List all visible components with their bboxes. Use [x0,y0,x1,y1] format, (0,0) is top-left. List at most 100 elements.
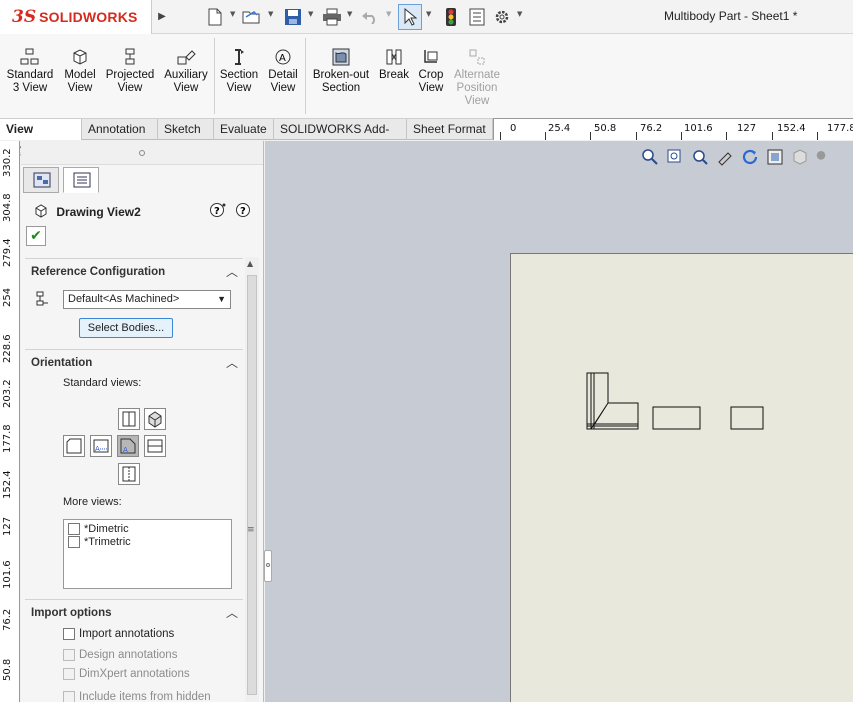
broken-out-section-label-2: Section [321,82,361,94]
file-properties-icon[interactable] [466,6,488,28]
checkbox-box[interactable] [63,628,75,640]
break-button[interactable]: Break [377,48,411,82]
hruler-label: 76.2 [640,123,663,134]
select-arrow-icon[interactable] [398,4,422,30]
group-divider [25,258,243,259]
crop-view-button[interactable]: Crop View [415,48,447,95]
print-dropdown-icon[interactable]: ▼ [347,10,352,18]
front-view-button[interactable]: A [90,435,112,457]
view-orientation-icon[interactable] [765,147,785,167]
more-views-listbox[interactable]: *Dimetric *Trimetric [63,519,232,589]
open-folder-icon[interactable] [241,6,263,28]
undo-dropdown-icon[interactable]: ▼ [386,10,391,18]
options-gear-icon[interactable] [491,6,513,28]
window-title: Multibody Part - Sheet1 * [664,9,798,23]
checkbox-box[interactable] [63,691,75,702]
right-view-button[interactable] [144,435,166,457]
detail-view-label-1: Detail [268,69,298,81]
menu-expand-arrow-icon[interactable]: ▶ [155,8,169,26]
feature-manager-tab[interactable] [23,167,59,193]
zoom-to-fit-icon[interactable] [640,147,660,167]
tab-evaluate[interactable]: Evaluate [214,119,274,140]
tab-sketch[interactable]: Sketch [158,119,214,140]
property-manager-tab[interactable] [63,167,99,193]
tab-annotation[interactable]: Annotation [82,119,158,140]
drawing-view-title: Drawing View2 [56,205,141,219]
left-view-button[interactable] [63,435,85,457]
panel-splitter-handle[interactable] [264,550,272,582]
rotate-view-icon[interactable] [740,147,760,167]
drawing-views-geometry[interactable] [586,372,786,442]
auxiliary-view-button[interactable]: Auxiliary View [162,48,210,95]
previous-view-icon[interactable] [690,147,710,167]
collapse-chevron-icon[interactable]: ︿ [226,354,238,371]
scrollbar-thumb[interactable] [247,275,257,695]
tab-view-layout[interactable]: View Layout [0,119,82,156]
save-dropdown-icon[interactable]: ▼ [308,10,313,18]
svg-text:?: ? [240,206,246,217]
open-dropdown-icon[interactable]: ▼ [268,10,273,18]
panel-scrollbar[interactable]: ▲ [245,257,259,702]
import-annotations-checkbox[interactable]: Import annotations [63,628,174,640]
vruler-label: 76.2 [2,608,13,631]
include-hidden-items-checkbox[interactable]: Include items from hidden [63,691,211,702]
new-document-icon[interactable] [204,6,226,28]
print-icon[interactable] [321,6,343,28]
isometric-view-button[interactable] [144,408,166,430]
broken-out-section-button[interactable]: Broken-out Section [310,48,372,95]
list-item[interactable]: *Dimetric [68,523,129,535]
right-view-icon [147,439,163,453]
dimxpert-annotations-checkbox[interactable]: DimXpert annotations [63,668,190,680]
hruler-label: 50.8 [594,123,617,134]
reference-configuration-header[interactable]: Reference Configuration [31,266,165,278]
graphics-area[interactable] [265,141,853,702]
configuration-select[interactable]: Default<As Machined> ▼ [63,290,231,309]
property-manager-title: Drawing View2 [33,203,141,219]
dimetric-checkbox[interactable] [68,523,80,535]
solidworks-logo[interactable]: 3S SOLIDWORKS [0,0,152,34]
top-view-button[interactable] [118,408,140,430]
standard-3-view-label-1: Standard [6,69,54,81]
options-dropdown-icon[interactable]: ▼ [517,10,522,18]
new-dropdown-icon[interactable]: ▼ [230,10,235,18]
standard-3-view-button[interactable]: Standard 3 View [5,48,55,95]
whats-wrong-help-icon[interactable]: ? [209,202,227,218]
detail-view-button[interactable]: A Detail View [265,48,301,95]
current-view-button[interactable]: A [117,435,139,457]
tab-solidworks-add-ins[interactable]: SOLIDWORKS Add-Ins [274,119,407,156]
collapse-chevron-icon[interactable]: ︿ [226,263,238,280]
traffic-light-icon[interactable] [440,6,462,28]
projected-view-button[interactable]: Projected View [104,48,156,95]
display-style-icon[interactable] [790,147,810,167]
select-dropdown-icon[interactable]: ▼ [426,10,431,18]
list-item[interactable]: *Trimetric [68,536,131,548]
dropdown-caret-icon: ▼ [217,294,226,304]
trimetric-checkbox[interactable] [68,536,80,548]
import-options-header[interactable]: Import options [31,607,112,619]
horizontal-ruler: 0 25.4 50.8 76.2 101.6 127 152.4 177.8 [493,118,853,140]
broken-out-section-icon [332,48,350,66]
bottom-view-button[interactable] [118,463,140,485]
undo-icon[interactable] [359,6,381,28]
alternate-position-view-button[interactable]: Alternate Position View [451,48,503,108]
drawing-sheet[interactable] [510,253,853,702]
orientation-header[interactable]: Orientation [31,357,92,369]
help-icon[interactable]: ? [235,202,253,218]
scroll-up-arrow-icon[interactable]: ▲ [247,259,253,268]
ok-checkmark-button[interactable]: ✔ [26,226,46,246]
pan-icon[interactable] [715,147,735,167]
section-view-button[interactable]: Section View [218,48,260,95]
zoom-to-area-icon[interactable] [665,147,685,167]
vruler-label: 203.2 [2,379,13,408]
collapse-chevron-icon[interactable]: ︿ [226,604,238,621]
tab-sheet-format[interactable]: Sheet Format [407,119,493,140]
hide-show-items-icon[interactable] [815,147,827,167]
model-view-button[interactable]: Model View [61,48,99,95]
save-icon[interactable] [282,6,304,28]
panel-collapse-handle-icon[interactable] [139,150,145,156]
checkbox-box[interactable] [63,649,75,661]
design-annotations-checkbox[interactable]: Design annotations [63,649,177,661]
checkbox-box[interactable] [63,668,75,680]
select-bodies-button[interactable]: Select Bodies... [79,318,173,338]
panel-header-strip [21,141,263,165]
